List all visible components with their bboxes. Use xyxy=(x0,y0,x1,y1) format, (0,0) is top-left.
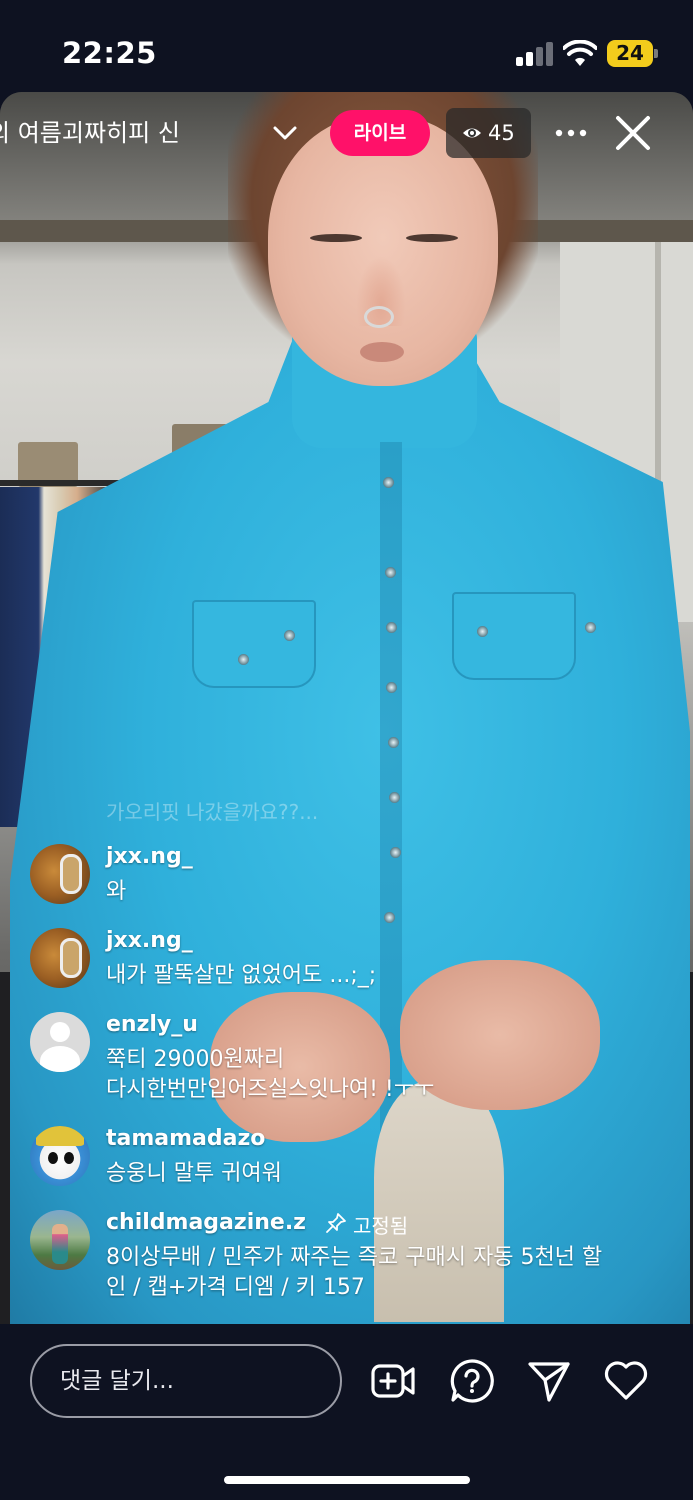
avatar[interactable] xyxy=(30,1012,90,1072)
bottom-bar xyxy=(0,1324,693,1500)
status-bar: 22:25 24 xyxy=(0,0,693,92)
avatar[interactable] xyxy=(30,928,90,988)
viewer-count-badge[interactable]: 45 xyxy=(446,108,531,158)
comment-text: 승웅니 말투 귀여워 xyxy=(106,1161,282,1186)
comment-text: 와 xyxy=(106,879,127,904)
viewer-count: 45 xyxy=(488,121,515,145)
video-add-icon[interactable] xyxy=(370,1358,416,1404)
eye-icon xyxy=(463,128,481,138)
home-indicator[interactable] xyxy=(224,1476,470,1484)
pin-icon xyxy=(326,1213,346,1233)
heart-icon[interactable] xyxy=(603,1358,649,1404)
question-icon[interactable] xyxy=(449,1358,495,1404)
comment-username[interactable]: jxx.ng_ xyxy=(106,928,193,953)
broadcast-title[interactable]: 의 여름괴짜히피 신 xyxy=(0,108,300,158)
comment-item: jxx.ng_ 내가 팔뚝살만 없었어도 ...;_; xyxy=(30,928,670,994)
avatar[interactable] xyxy=(30,1210,90,1270)
faded-comment: 가오리핏 나갔을까요??... xyxy=(106,800,319,824)
close-icon[interactable] xyxy=(612,112,654,154)
comment-username[interactable]: jxx.ng_ xyxy=(106,844,193,869)
comment-text-line: 인 / 캡+가격 디엠 / 키 157 xyxy=(106,1275,365,1300)
comment-item: enzly_u 쭉티 29000원짜리 다시한번만입어즈실스잇나여! !ㅜㅜ xyxy=(30,1012,670,1108)
battery-icon: 24 xyxy=(607,40,658,67)
live-badge: 라이브 xyxy=(330,110,430,156)
status-time: 22:25 xyxy=(62,36,157,70)
chevron-down-icon[interactable] xyxy=(270,118,300,148)
pinned-comment: childmagazine.z 고정됨 8이상무배 / 민주가 짜주는 즉코 구… xyxy=(30,1210,670,1306)
send-icon[interactable] xyxy=(526,1358,572,1404)
comment-text-line: 쭉티 29000원짜리 xyxy=(106,1047,285,1072)
more-icon[interactable] xyxy=(550,112,592,154)
comment-input[interactable] xyxy=(30,1344,342,1418)
comment-text-line: 다시한번만입어즈실스잇나여! !ㅜㅜ xyxy=(106,1077,435,1102)
battery-level: 24 xyxy=(616,41,644,65)
comment-username[interactable]: enzly_u xyxy=(106,1012,198,1037)
comment-username[interactable]: tamamadazo xyxy=(106,1126,265,1151)
comment-text-line: 8이상무배 / 민주가 짜주는 즉코 구매시 자동 5천넌 할 xyxy=(106,1245,603,1270)
comment-item: tamamadazo 승웅니 말투 귀여워 xyxy=(30,1126,670,1192)
comment-item: jxx.ng_ 와 xyxy=(30,844,670,910)
wifi-icon xyxy=(563,40,597,66)
avatar[interactable] xyxy=(30,1126,90,1186)
comment-username[interactable]: childmagazine.z xyxy=(106,1210,306,1235)
signal-icon xyxy=(516,42,554,66)
avatar[interactable] xyxy=(30,844,90,904)
comment-text: 내가 팔뚝살만 없었어도 ...;_; xyxy=(106,963,377,988)
